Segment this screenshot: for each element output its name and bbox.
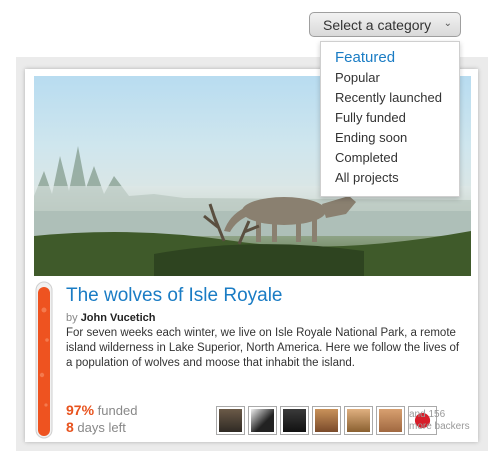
menu-item-recently-launched[interactable]: Recently launched (321, 88, 459, 108)
chevron-down-icon: ⌄ (443, 18, 452, 29)
project-description: For seven weeks each winter, we live on … (66, 327, 460, 369)
backer-avatars (216, 406, 437, 435)
menu-item-popular[interactable]: Popular (321, 68, 459, 88)
backer-avatar[interactable] (312, 406, 341, 435)
backer-avatar[interactable] (248, 406, 277, 435)
more-backers-label: more backers (409, 421, 470, 432)
creator-name[interactable]: John Vucetich (81, 312, 156, 324)
backer-avatar[interactable] (280, 406, 309, 435)
backer-avatar[interactable] (216, 406, 245, 435)
funded-label: funded (97, 403, 138, 418)
funded-percent: 97% (66, 402, 95, 418)
project-stats: 97% funded 8 days left (66, 402, 137, 436)
category-select-label: Select a category (323, 16, 432, 33)
project-title-link[interactable]: The wolves of Isle Royale (66, 285, 283, 307)
more-backers-link[interactable]: and 156 more backers (409, 409, 470, 433)
menu-item-all-projects[interactable]: All projects (321, 168, 459, 188)
menu-item-fully-funded[interactable]: Fully funded (321, 108, 459, 128)
menu-item-ending-soon[interactable]: Ending soon (321, 128, 459, 148)
project-byline: by John Vucetich (66, 312, 155, 324)
menu-item-completed[interactable]: Completed (321, 148, 459, 168)
days-left-count: 8 (66, 419, 74, 435)
byline-prefix: by (66, 312, 78, 324)
backer-avatar[interactable] (376, 406, 405, 435)
category-select[interactable]: Select a category ⌄ (309, 12, 461, 37)
more-backers-count: and 156 (409, 409, 446, 420)
menu-item-featured[interactable]: Featured (321, 48, 459, 68)
funding-thermometer (34, 280, 54, 440)
backer-avatar[interactable] (344, 406, 373, 435)
category-dropdown-menu: Featured Popular Recently launched Fully… (320, 41, 460, 197)
days-left-label: days left (77, 420, 126, 435)
